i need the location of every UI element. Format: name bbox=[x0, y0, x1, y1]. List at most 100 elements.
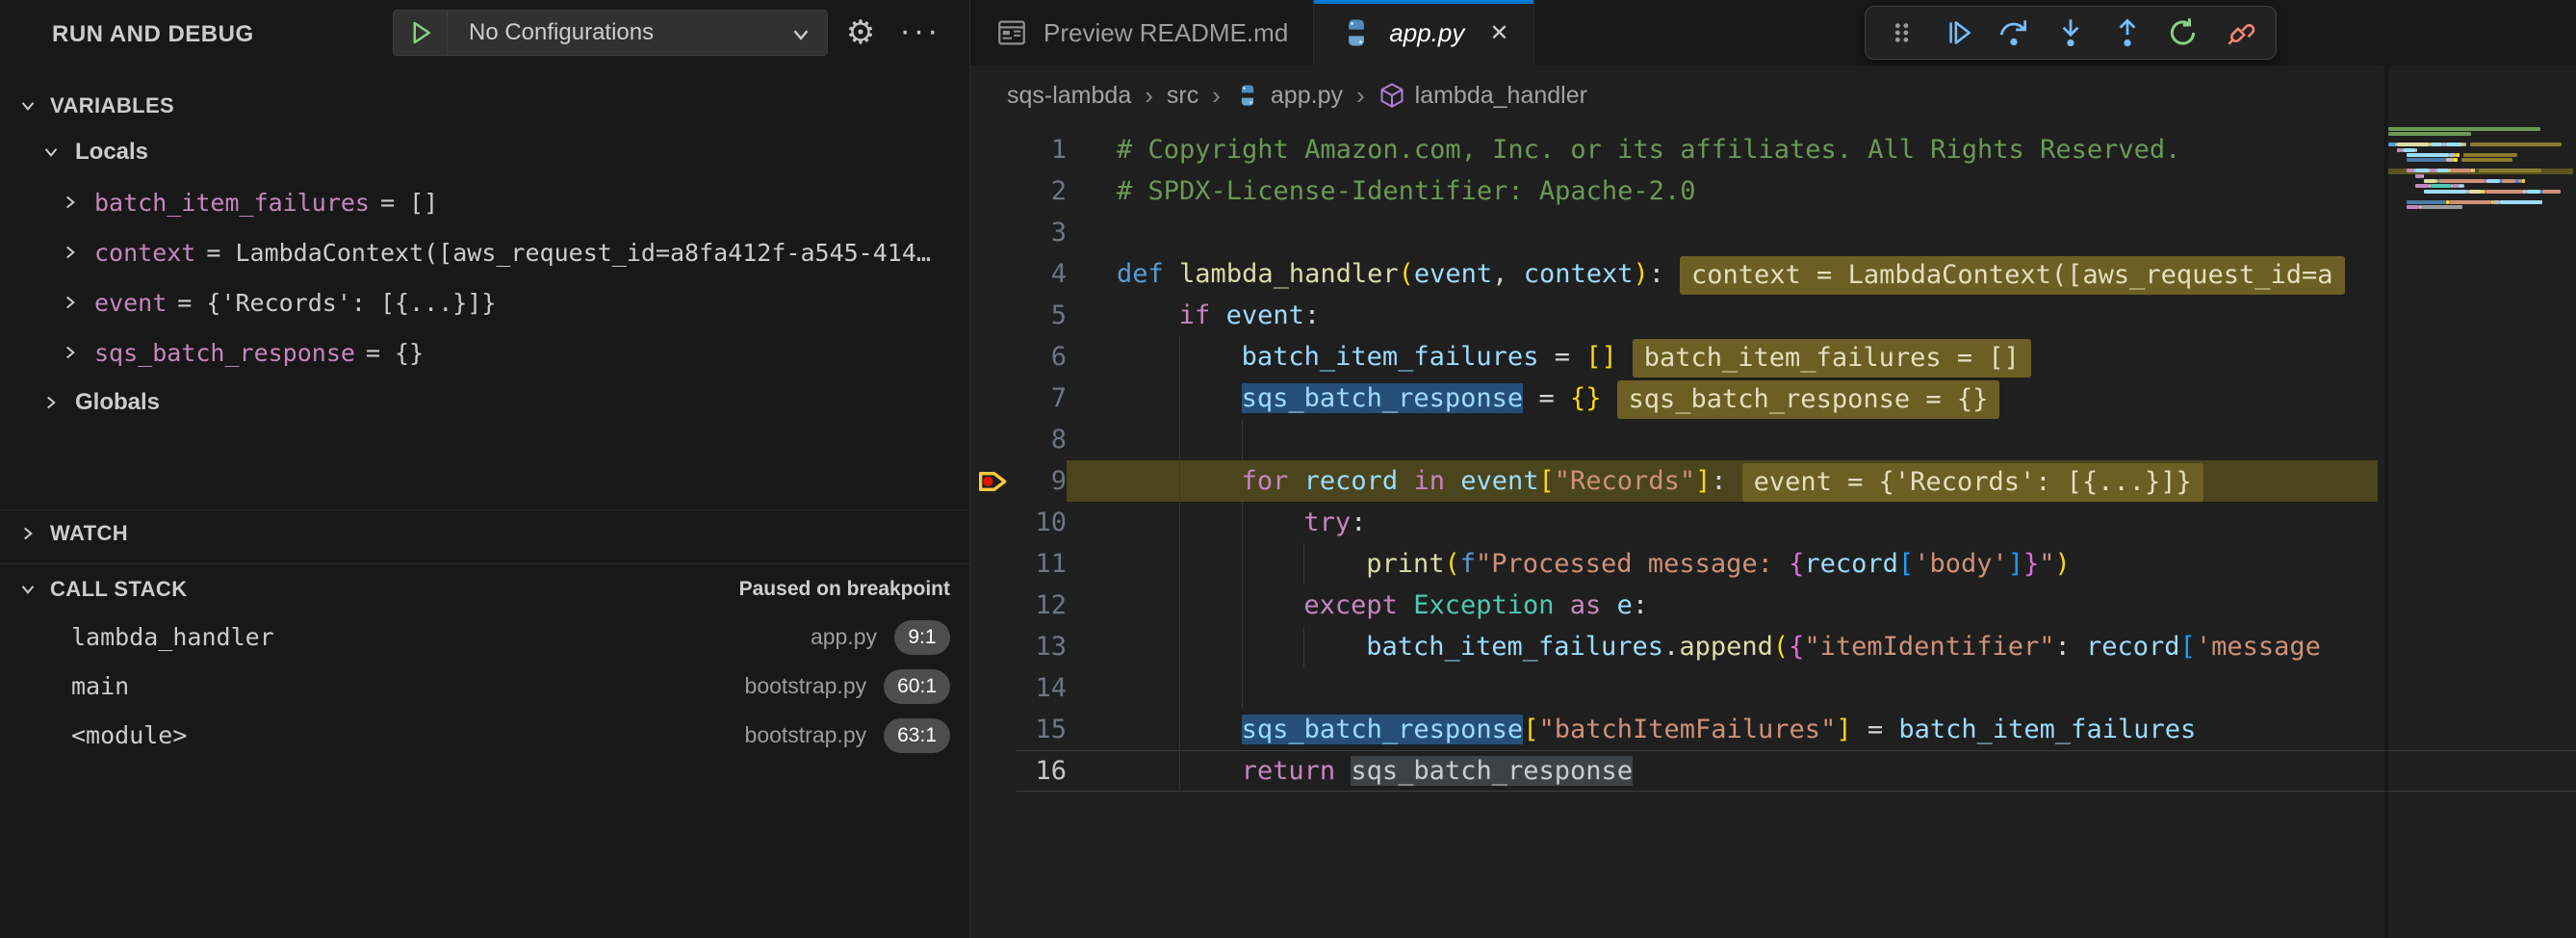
code-line[interactable]: 1# Copyright Amazon.com, Inc. or its aff… bbox=[970, 129, 2576, 170]
code-token bbox=[1398, 466, 1413, 496]
code-token: } bbox=[2023, 549, 2039, 579]
variable-name: event bbox=[94, 289, 167, 317]
minimap-token bbox=[2415, 174, 2422, 178]
code-line-content: try: bbox=[1067, 502, 2378, 543]
code-token: batch_item_failures bbox=[1242, 342, 1539, 372]
frame-position-badge: 63:1 bbox=[884, 718, 950, 753]
watch-section-header[interactable]: WATCH bbox=[0, 512, 969, 555]
code-token: " bbox=[2039, 549, 2054, 579]
line-number[interactable]: 1 bbox=[1017, 129, 1067, 170]
code-token bbox=[1288, 466, 1303, 496]
line-number[interactable]: 2 bbox=[1017, 170, 1067, 212]
variable-row[interactable]: context= LambdaContext([aws_request_id=a… bbox=[0, 227, 969, 277]
code-line[interactable]: 12except Exception as e: bbox=[970, 585, 2576, 626]
tab-preview-readme[interactable]: Preview README.md bbox=[970, 0, 1314, 65]
code-line[interactable]: 14 bbox=[970, 667, 2576, 709]
minimap-token bbox=[2453, 158, 2458, 162]
gear-icon[interactable]: ⚙ bbox=[839, 12, 882, 54]
gutter-cell bbox=[970, 502, 1017, 543]
code-line-main: 10try: bbox=[1017, 502, 2576, 543]
minimap-token bbox=[2486, 179, 2500, 183]
disconnect-button[interactable] bbox=[2219, 12, 2261, 54]
code-line[interactable]: 16return sqs_batch_response bbox=[970, 750, 2576, 792]
minimap[interactable] bbox=[2384, 65, 2576, 938]
call-stack-frame[interactable]: lambda_handlerapp.py9:1 bbox=[0, 612, 969, 662]
minimap-line bbox=[2388, 179, 2573, 183]
minimap-token bbox=[2500, 200, 2542, 204]
line-number[interactable]: 14 bbox=[1017, 667, 1067, 709]
more-actions-icon[interactable]: ··· bbox=[893, 8, 947, 54]
section-divider bbox=[0, 563, 969, 564]
line-number[interactable]: 9 bbox=[1017, 460, 1067, 502]
frame-file: bootstrap.py bbox=[745, 722, 867, 748]
code-line[interactable]: 7sqs_batch_response = {}sqs_batch_respon… bbox=[970, 378, 2576, 419]
code-line[interactable]: 6batch_item_failures = []batch_item_fail… bbox=[970, 336, 2576, 378]
code-line[interactable]: 3 bbox=[970, 212, 2576, 253]
breadcrumb-file[interactable]: app.py bbox=[1271, 82, 1343, 110]
line-number[interactable]: 5 bbox=[1017, 295, 1067, 336]
scope-label: Locals bbox=[75, 139, 148, 166]
drag-handle-icon[interactable] bbox=[1880, 12, 1922, 54]
chevron-down-icon bbox=[17, 95, 39, 117]
code-token: context bbox=[1524, 259, 1634, 289]
code-token: { bbox=[1789, 632, 1804, 662]
code-token: [] bbox=[1585, 342, 1617, 372]
line-number[interactable]: 4 bbox=[1017, 253, 1067, 295]
call-stack-frame[interactable]: mainbootstrap.py60:1 bbox=[0, 662, 969, 711]
code-line[interactable]: 4def lambda_handler(event, context):cont… bbox=[970, 253, 2576, 295]
gutter-cell bbox=[970, 585, 1017, 626]
debug-config-label: No Configurations bbox=[469, 19, 654, 46]
code-line-main: 14 bbox=[1017, 667, 2576, 709]
line-number[interactable]: 16 bbox=[1017, 750, 1067, 792]
indent-spacer bbox=[1117, 460, 1179, 502]
tab-app-py[interactable]: app.py ✕ bbox=[1314, 0, 1534, 65]
code-line[interactable]: 5if event: bbox=[970, 295, 2576, 336]
variable-row[interactable]: sqs_batch_response= {} bbox=[0, 327, 969, 378]
call-stack-frame[interactable]: <module>bootstrap.py63:1 bbox=[0, 711, 969, 760]
scope-row-globals[interactable]: Globals bbox=[0, 378, 969, 428]
line-number[interactable]: 10 bbox=[1017, 502, 1067, 543]
continue-button[interactable] bbox=[1937, 12, 1979, 54]
variable-row[interactable]: batch_item_failures= [] bbox=[0, 177, 969, 227]
start-debugging-button[interactable] bbox=[394, 11, 448, 55]
breadcrumb-folder[interactable]: sqs-lambda bbox=[1007, 82, 1131, 110]
minimap-line bbox=[2388, 148, 2573, 152]
code-token: # SPDX-License-Identifier: Apache-2.0 bbox=[1117, 176, 1695, 206]
code-token: [ bbox=[1539, 466, 1555, 496]
code-line[interactable]: 8 bbox=[970, 419, 2576, 460]
line-number[interactable]: 15 bbox=[1017, 709, 1067, 750]
code-line[interactable]: 10try: bbox=[970, 502, 2576, 543]
chevron-right-icon bbox=[40, 392, 62, 413]
step-into-button[interactable] bbox=[2049, 12, 2092, 54]
line-number[interactable]: 3 bbox=[1017, 212, 1067, 253]
scope-row-locals[interactable]: Locals bbox=[0, 127, 969, 177]
variable-row[interactable]: event= {'Records': [{...}]} bbox=[0, 277, 969, 327]
line-number[interactable]: 7 bbox=[1017, 378, 1067, 419]
step-out-button[interactable] bbox=[2106, 12, 2149, 54]
code-line[interactable]: 11print(f"Processed message: {record['bo… bbox=[970, 543, 2576, 585]
call-stack-header[interactable]: CALL STACK Paused on breakpoint bbox=[0, 566, 969, 612]
minimap-inline-value bbox=[2461, 158, 2512, 162]
editor-pane: Preview README.md app.py ✕ sqs-lambda › … bbox=[970, 0, 2576, 938]
breakpoint-paused-icon[interactable] bbox=[970, 460, 1017, 502]
line-number[interactable]: 11 bbox=[1017, 543, 1067, 585]
variable-value: = [] bbox=[380, 189, 438, 217]
code-line[interactable]: 15sqs_batch_response["batchItemFailures"… bbox=[970, 709, 2576, 750]
code-editor[interactable]: 1# Copyright Amazon.com, Inc. or its aff… bbox=[970, 125, 2576, 938]
line-number[interactable]: 12 bbox=[1017, 585, 1067, 626]
line-number[interactable]: 6 bbox=[1017, 336, 1067, 378]
line-number[interactable]: 8 bbox=[1017, 419, 1067, 460]
breadcrumb-symbol[interactable]: lambda_handler bbox=[1415, 82, 1587, 110]
code-line-main: 3 bbox=[1017, 212, 2576, 253]
code-line[interactable]: 13batch_item_failures.append({"itemIdent… bbox=[970, 626, 2576, 667]
code-line[interactable]: 2 # SPDX-License-Identifier: Apache-2.0 bbox=[970, 170, 2576, 212]
restart-button[interactable] bbox=[2162, 12, 2204, 54]
variables-section-header[interactable]: VARIABLES bbox=[0, 85, 969, 127]
code-line-content: batch_item_failures = []batch_item_failu… bbox=[1067, 336, 2378, 378]
debug-config-dropdown[interactable]: No Configurations bbox=[393, 10, 828, 56]
step-over-button[interactable] bbox=[1993, 12, 2035, 54]
close-icon[interactable]: ✕ bbox=[1489, 19, 1508, 47]
line-number[interactable]: 13 bbox=[1017, 626, 1067, 667]
breadcrumb-folder[interactable]: src bbox=[1167, 82, 1198, 110]
code-line[interactable]: 9for record in event["Records"]:event = … bbox=[970, 460, 2576, 502]
